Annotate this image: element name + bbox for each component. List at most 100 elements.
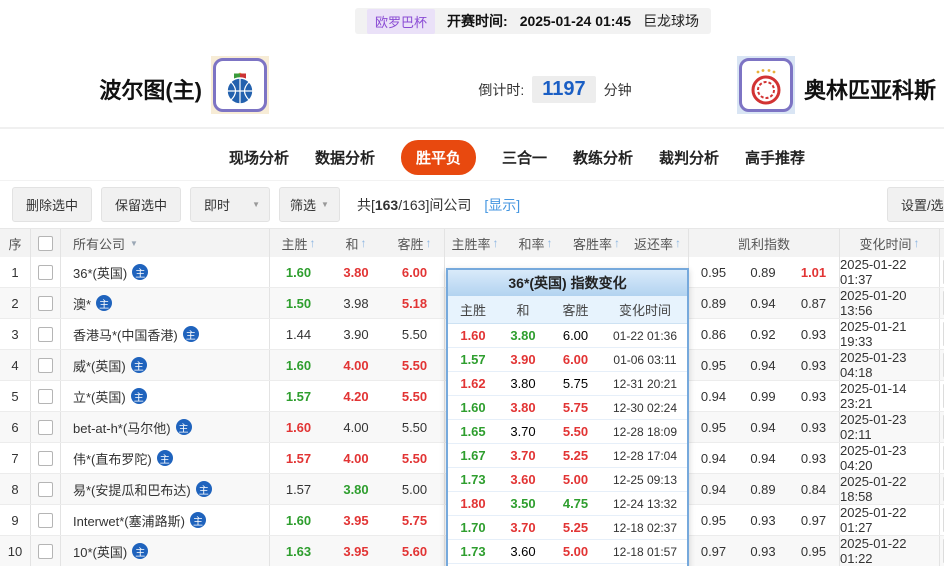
home-odds[interactable]: 1.60 [269, 350, 327, 380]
row-select-cell[interactable] [30, 536, 60, 566]
home-odds[interactable]: 1.57 [269, 381, 327, 411]
row-checkbox[interactable] [38, 419, 53, 435]
tab-referee-analysis[interactable]: 裁判分析 [659, 140, 719, 175]
kelly-away: 0.93 [800, 357, 827, 373]
away-odds[interactable]: 5.50 [385, 350, 444, 380]
row-action-cell[interactable] [939, 350, 944, 380]
draw-odds[interactable]: 3.90 [327, 319, 385, 349]
away-odds[interactable]: 5.50 [385, 443, 444, 473]
host-badge-icon: 主 [189, 512, 206, 528]
tab-data-analysis[interactable]: 数据分析 [315, 140, 375, 175]
header-return-rate[interactable]: 返还率 ↑ [627, 229, 688, 257]
company-cell[interactable]: 易*(安提瓜和巴布达) 主 [60, 474, 269, 504]
draw-odds[interactable]: 4.00 [327, 350, 385, 380]
draw-odds[interactable]: 3.95 [327, 505, 385, 535]
row-checkbox[interactable] [38, 264, 53, 280]
show-link[interactable]: [显示] [484, 195, 520, 215]
tab-three-in-one[interactable]: 三合一 [502, 140, 547, 175]
company-cell[interactable]: 伟*(直布罗陀) 主 [60, 443, 269, 473]
away-odds[interactable]: 5.18 [385, 288, 444, 318]
header-draw-odds[interactable]: 和 ↑ [327, 229, 385, 257]
home-odds[interactable]: 1.44 [269, 319, 327, 349]
draw-odds[interactable]: 4.00 [327, 443, 385, 473]
company-cell[interactable]: 澳* 主 [60, 288, 269, 318]
row-action-cell[interactable] [939, 412, 944, 442]
company-cell[interactable]: 威*(英国) 主 [60, 350, 269, 380]
home-odds[interactable]: 1.57 [269, 474, 327, 504]
row-action-cell[interactable] [939, 474, 944, 504]
row-action-cell[interactable] [939, 381, 944, 411]
row-action-cell[interactable] [939, 505, 944, 535]
row-checkbox[interactable] [38, 326, 53, 342]
tab-expert-picks[interactable]: 高手推荐 [745, 140, 805, 175]
home-odds[interactable]: 1.63 [269, 536, 327, 566]
row-action-cell[interactable] [939, 257, 944, 287]
row-select-cell[interactable] [30, 474, 60, 504]
row-select-cell[interactable] [30, 257, 60, 287]
home-odds[interactable]: 1.60 [269, 412, 327, 442]
row-action-cell[interactable] [939, 536, 944, 566]
row-select-cell[interactable] [30, 319, 60, 349]
row-select-cell[interactable] [30, 381, 60, 411]
row-index: 6 [11, 419, 19, 435]
header-select-all[interactable] [30, 229, 60, 257]
row-select-cell[interactable] [30, 443, 60, 473]
away-odds[interactable]: 5.50 [385, 381, 444, 411]
header-away-odds[interactable]: 客胜 ↑ [385, 229, 444, 257]
home-odds[interactable]: 1.60 [269, 505, 327, 535]
delete-selected-button[interactable]: 删除选中 [12, 187, 93, 222]
draw-odds[interactable]: 4.00 [327, 412, 385, 442]
row-select-cell[interactable] [30, 412, 60, 442]
draw-odds[interactable]: 3.80 [327, 474, 385, 504]
draw-odds[interactable]: 3.80 [327, 257, 385, 287]
away-odds[interactable]: 6.00 [385, 257, 444, 287]
company-cell[interactable]: 立*(英国) 主 [60, 381, 269, 411]
row-checkbox[interactable] [38, 543, 53, 559]
away-odds[interactable]: 5.75 [385, 505, 444, 535]
row-checkbox[interactable] [38, 357, 53, 373]
draw-odds[interactable]: 3.98 [327, 288, 385, 318]
header-change-time[interactable]: 变化时间 ↑ [839, 229, 939, 257]
draw-odds[interactable]: 3.95 [327, 536, 385, 566]
tab-live-analysis[interactable]: 现场分析 [229, 140, 289, 175]
row-action-cell[interactable] [939, 443, 944, 473]
home-odds[interactable]: 1.57 [269, 443, 327, 473]
tab-coach-analysis[interactable]: 教练分析 [573, 140, 633, 175]
row-action-cell[interactable] [939, 288, 944, 318]
company-cell[interactable]: Interwet*(塞浦路斯) 主 [60, 505, 269, 535]
keep-selected-button[interactable]: 保留选中 [101, 187, 182, 222]
company-cell[interactable]: 36*(英国) 主 [60, 257, 269, 287]
row-checkbox[interactable] [38, 388, 53, 404]
home-odds[interactable]: 1.50 [269, 288, 327, 318]
kelly-draw: 0.94 [750, 419, 776, 435]
company-cell[interactable]: 10*(英国) 主 [60, 536, 269, 566]
away-odds[interactable]: 5.60 [385, 536, 444, 566]
row-select-cell[interactable] [30, 288, 60, 318]
tab-win-draw-lose[interactable]: 胜平负 [400, 140, 476, 175]
row-select-cell[interactable] [30, 350, 60, 380]
live-dropdown[interactable]: 即时 ▼ [190, 187, 271, 222]
row-action-cell[interactable] [939, 319, 944, 349]
draw-odds[interactable]: 4.20 [327, 381, 385, 411]
row-checkbox[interactable] [38, 450, 53, 466]
company-cell[interactable]: 香港马*(中国香港) 主 [60, 319, 269, 349]
filter-dropdown[interactable]: 筛选 ▼ [279, 187, 340, 222]
away-odds[interactable]: 5.00 [385, 474, 444, 504]
home-odds[interactable]: 1.60 [269, 257, 327, 287]
company-cell[interactable]: bet-at-h*(马尔他) 主 [60, 412, 269, 442]
away-odds[interactable]: 5.50 [385, 412, 444, 442]
row-checkbox[interactable] [38, 512, 53, 528]
settings-select-button[interactable]: 设置/选择 [887, 187, 944, 222]
header-home-rate[interactable]: 主胜率 ↑ [444, 229, 505, 257]
away-odds[interactable]: 5.50 [385, 319, 444, 349]
header-draw-rate[interactable]: 和率 ↑ [505, 229, 566, 257]
row-checkbox[interactable] [38, 295, 53, 311]
header-home-odds[interactable]: 主胜 ↑ [269, 229, 327, 257]
header-company[interactable]: 所有公司 ▼ [60, 229, 269, 257]
header-away-rate[interactable]: 客胜率 ↑ [566, 229, 627, 257]
select-all-checkbox[interactable] [38, 235, 53, 251]
change-time: 2025-01-21 19:33 [839, 319, 939, 349]
row-select-cell[interactable] [30, 505, 60, 535]
row-checkbox[interactable] [38, 481, 53, 497]
popup-row: 1.57 3.90 6.00 01-06 03:11 [448, 348, 687, 372]
